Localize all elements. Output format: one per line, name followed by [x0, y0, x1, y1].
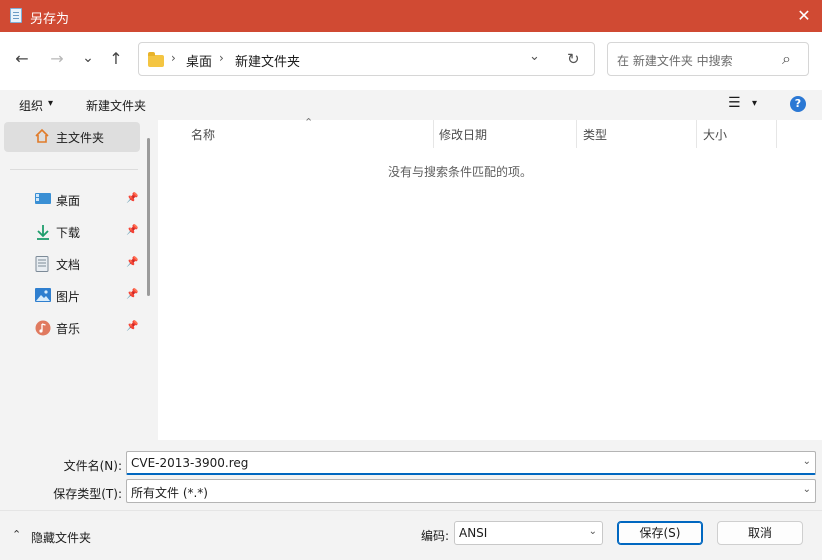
empty-message: 没有与搜索条件匹配的项。	[387, 165, 532, 179]
view-caret-icon[interactable]: ▾	[752, 98, 757, 109]
title-bar: 另存为 ✕	[0, 0, 822, 32]
filetype-label: 保存类型(T):	[53, 487, 122, 501]
sidebar-divider	[10, 169, 138, 170]
column-header-size[interactable]: 大小	[703, 126, 727, 143]
folder-icon	[148, 52, 164, 67]
music-icon	[35, 320, 51, 336]
filename-label: 文件名(N):	[63, 459, 122, 473]
sidebar-item-music[interactable]: 音乐 📌	[0, 314, 140, 342]
refresh-icon[interactable]: ↻	[567, 50, 580, 68]
encoding-select[interactable]: ANSI ⌄	[454, 521, 603, 545]
sidebar-item-pictures[interactable]: 图片 📌	[0, 282, 140, 310]
save-button[interactable]: 保存(S)	[617, 521, 703, 545]
breadcrumb-desktop[interactable]: 桌面	[186, 51, 212, 70]
filetype-select[interactable]: 所有文件 (*.*) ⌄	[126, 479, 816, 503]
encoding-dropdown-icon[interactable]: ⌄	[589, 526, 597, 537]
address-bar[interactable]: › 桌面 › 新建文件夹 ⌄ ↻	[138, 42, 595, 76]
desktop-icon	[35, 192, 51, 206]
encoding-value: ANSI	[459, 526, 488, 540]
sidebar-item-label: 音乐	[56, 322, 81, 336]
column-divider[interactable]	[433, 120, 434, 148]
encoding-label: 编码:	[421, 529, 450, 543]
sort-ascending-icon: ⌃	[304, 116, 314, 129]
filename-value: CVE-2013-3900.reg	[131, 456, 249, 470]
home-icon	[34, 128, 50, 144]
column-divider[interactable]	[576, 120, 577, 148]
sidebar-item-home[interactable]: 主文件夹	[4, 122, 140, 152]
sidebar-item-label: 桌面	[56, 194, 81, 208]
hide-folders-button[interactable]: 隐藏文件夹	[31, 529, 91, 546]
sidebar-item-documents[interactable]: 文档 📌	[0, 250, 140, 278]
pin-icon[interactable]: 📌	[126, 289, 138, 300]
sidebar-item-desktop[interactable]: 桌面 📌	[0, 186, 140, 214]
search-placeholder: 在 新建文件夹 中搜索	[617, 54, 733, 68]
window-title: 另存为	[30, 12, 70, 27]
recent-locations-button[interactable]: ⌄	[76, 46, 100, 70]
breadcrumb-new-folder[interactable]: 新建文件夹	[235, 51, 300, 70]
filetype-value: 所有文件 (*.*)	[131, 486, 208, 500]
sidebar-item-label: 下载	[56, 226, 81, 240]
command-bar: 组织 ▾ 新建文件夹 ☰ ▾ ?	[0, 90, 822, 120]
pin-icon[interactable]: 📌	[126, 225, 138, 236]
document-icon	[35, 256, 51, 272]
cancel-button[interactable]: 取消	[717, 521, 803, 545]
column-divider[interactable]	[696, 120, 697, 148]
organize-button[interactable]: 组织	[19, 97, 43, 114]
search-icon[interactable]: ⌕	[782, 49, 791, 69]
filename-dropdown-icon[interactable]: ⌄	[803, 456, 811, 467]
breadcrumb-separator[interactable]: ›	[219, 51, 224, 65]
pin-icon[interactable]: 📌	[126, 321, 138, 332]
hide-folders-caret-icon[interactable]: ⌃	[12, 528, 21, 541]
picture-icon	[35, 288, 51, 302]
sidebar-item-downloads[interactable]: 下载 📌	[0, 218, 140, 246]
download-icon	[35, 224, 51, 240]
back-button[interactable]: ←	[10, 47, 34, 71]
pin-icon[interactable]: 📌	[126, 193, 138, 204]
search-input[interactable]: 在 新建文件夹 中搜索 ⌕	[607, 42, 809, 76]
sidebar-item-label: 文档	[56, 258, 81, 272]
up-button[interactable]: ↑	[104, 47, 128, 71]
file-list[interactable]: ⌃ 名称 修改日期 类型 大小 没有与搜索条件匹配的项。	[158, 116, 822, 440]
pin-icon[interactable]: 📌	[126, 257, 138, 268]
sidebar-scrollbar[interactable]	[147, 138, 150, 296]
column-header-name[interactable]: 名称	[191, 126, 215, 143]
column-divider[interactable]	[776, 120, 777, 148]
help-icon[interactable]: ?	[790, 96, 806, 112]
column-header-date[interactable]: 修改日期	[439, 126, 487, 143]
breadcrumb-separator[interactable]: ›	[171, 51, 176, 65]
column-header-type[interactable]: 类型	[583, 126, 607, 143]
close-icon[interactable]: ✕	[790, 4, 818, 28]
filename-input[interactable]: CVE-2013-3900.reg ⌄	[126, 451, 816, 475]
view-options-icon[interactable]: ☰	[728, 95, 741, 111]
organize-caret-icon[interactable]: ▾	[48, 98, 53, 109]
sidebar-item-label: 主文件夹	[56, 131, 105, 145]
sidebar-item-label: 图片	[56, 290, 81, 304]
filetype-dropdown-icon[interactable]: ⌄	[803, 484, 811, 495]
notepad-icon	[10, 8, 22, 23]
address-dropdown-icon[interactable]: ⌄	[529, 49, 540, 64]
forward-button[interactable]: →	[45, 47, 69, 71]
new-folder-button[interactable]: 新建文件夹	[86, 97, 146, 114]
